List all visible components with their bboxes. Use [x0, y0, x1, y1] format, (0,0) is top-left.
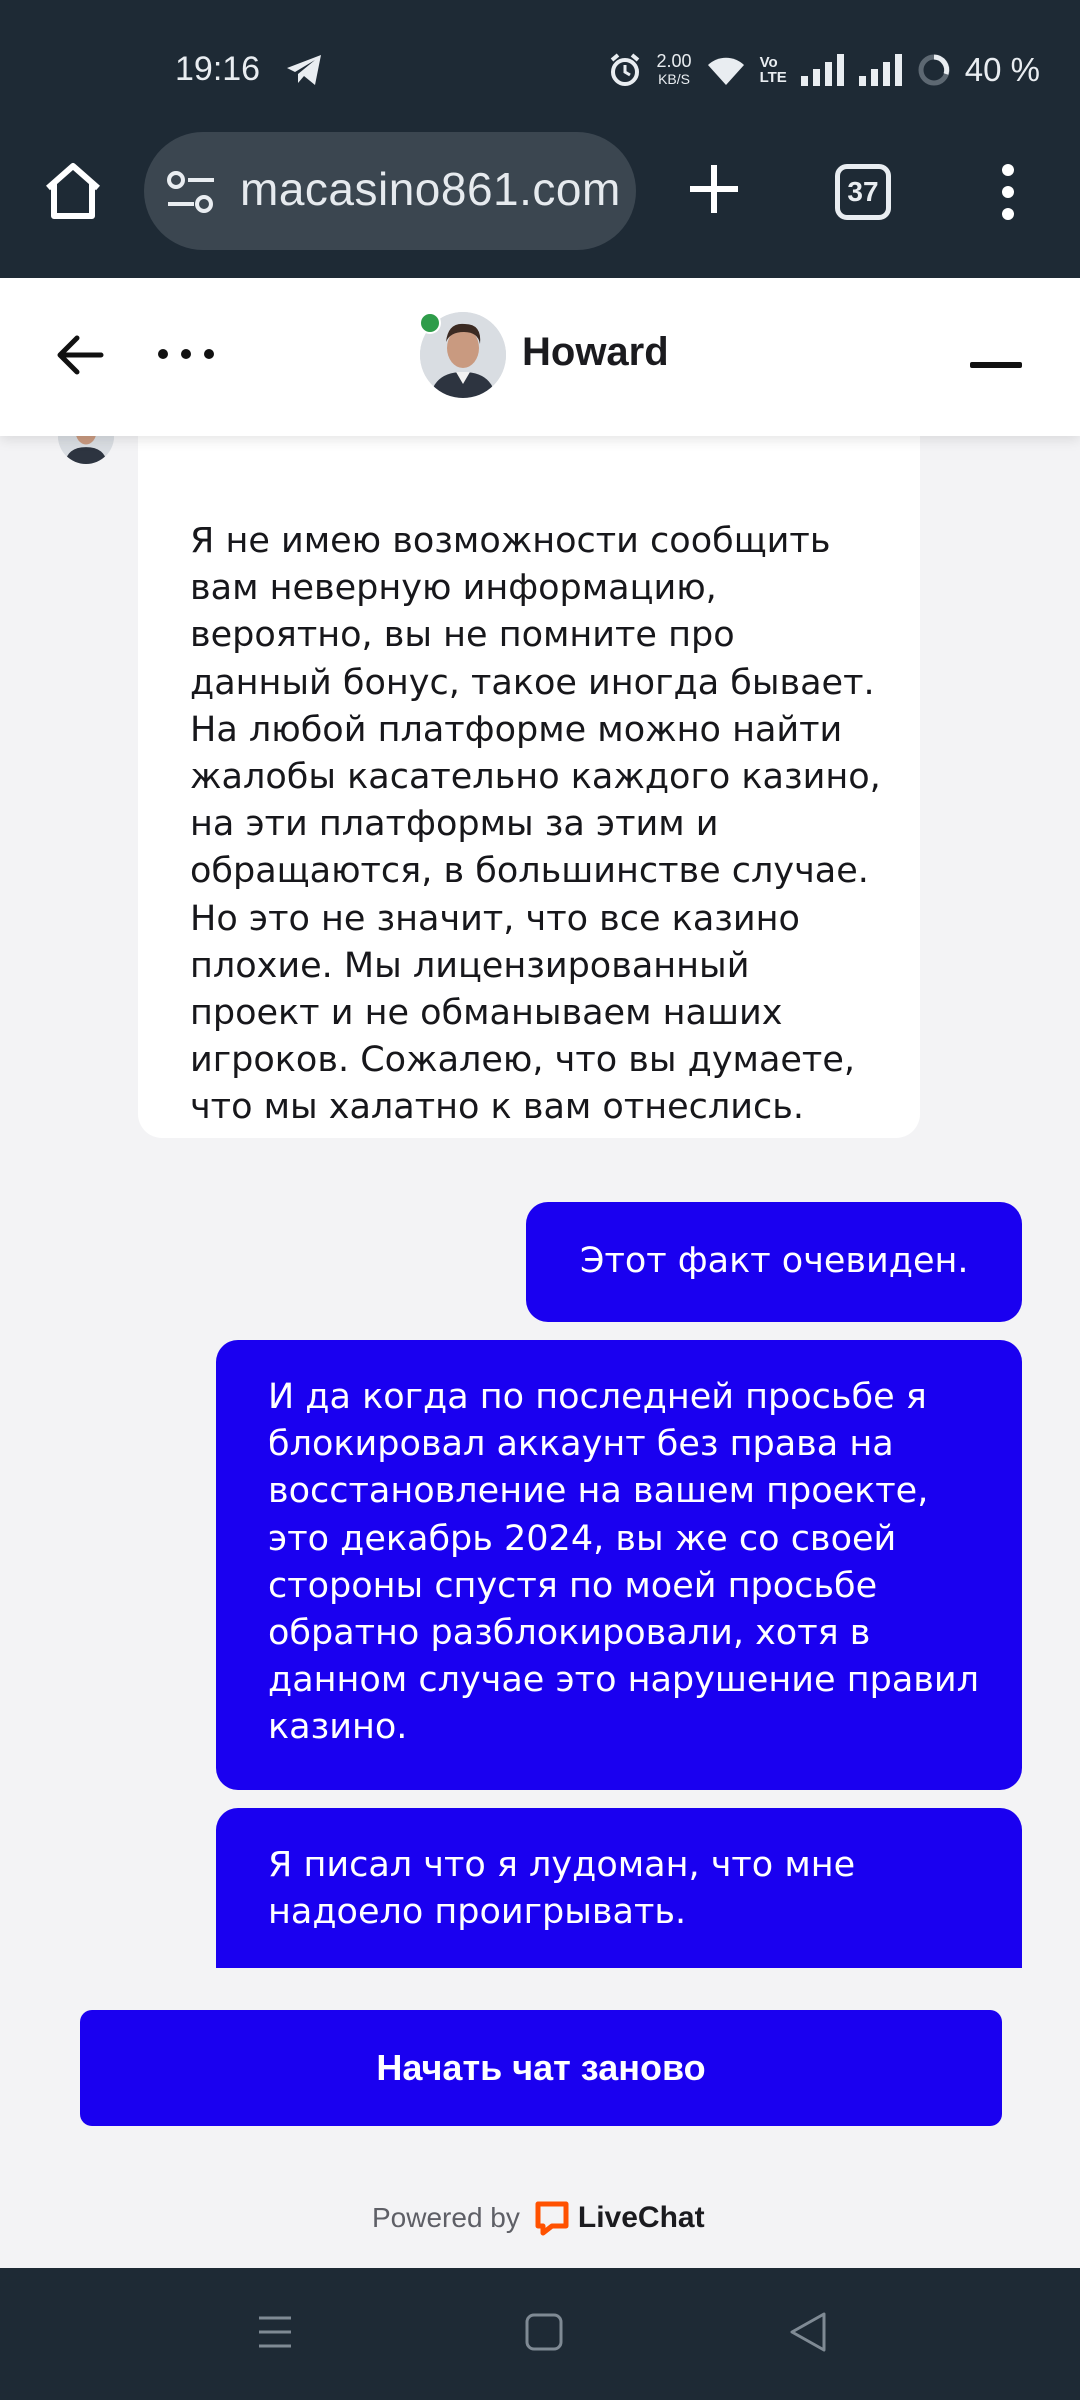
- user-message: Этот факт очевиден.: [526, 1202, 1022, 1322]
- nav-back-icon[interactable]: [788, 2310, 828, 2354]
- arrow-left-icon[interactable]: [55, 330, 105, 380]
- battery-level: 40 %: [964, 51, 1040, 88]
- plus-icon[interactable]: [685, 160, 743, 218]
- more-vert-icon[interactable]: [990, 160, 1026, 224]
- user-message: И да когда по последней просьбе я блокир…: [216, 1340, 1022, 1790]
- minimize-icon[interactable]: [970, 362, 1022, 368]
- site-settings-icon[interactable]: [166, 170, 216, 214]
- url-bar[interactable]: macasino861.com: [144, 132, 636, 250]
- online-status-dot: [419, 312, 441, 334]
- browser-toolbar: macasino861.com 37: [0, 130, 1080, 278]
- volte-badge: Vo LTE: [760, 55, 787, 85]
- recent-apps-icon[interactable]: [255, 2312, 295, 2352]
- restart-chat-button[interactable]: Начать чат заново: [80, 2010, 1002, 2126]
- more-horiz-icon[interactable]: [155, 342, 217, 366]
- chat-window: Howard Я не имею возможности сообщить ва…: [0, 278, 1080, 2268]
- chat-header: Howard: [0, 278, 1080, 436]
- volte-text: Vo: [759, 54, 778, 71]
- home-icon[interactable]: [40, 158, 106, 224]
- nav-home-icon[interactable]: [524, 2312, 564, 2352]
- net-speed-value: 2.00: [656, 51, 692, 71]
- wifi-icon: [707, 57, 744, 85]
- tab-switcher-button[interactable]: 37: [835, 164, 891, 220]
- status-icons: 2.00 KB/S Vo LTE 40 %: [607, 46, 1040, 94]
- livechat-icon: [535, 2201, 569, 2236]
- telegram-icon: [287, 55, 321, 85]
- alarm-icon: [610, 53, 639, 86]
- net-speed: 2.00 KB/S: [657, 52, 692, 88]
- agent-name: Howard: [522, 330, 669, 374]
- signal-icon-2: [858, 54, 902, 86]
- net-speed-unit: KB/S: [658, 71, 690, 87]
- battery-icon: [918, 54, 950, 86]
- volte-sub: LTE: [759, 69, 787, 86]
- agent-message: Я не имею возможности сообщить вам невер…: [138, 378, 920, 1138]
- url-text[interactable]: macasino861.com: [240, 162, 621, 216]
- powered-by-footer[interactable]: Powered by LiveChat: [372, 2198, 705, 2238]
- livechat-brand: LiveChat: [577, 2201, 705, 2234]
- powered-by-label: Powered by: [372, 2202, 520, 2233]
- signal-icon: [800, 54, 844, 86]
- status-bar: 19:16 2.00 KB/S Vo LTE 40 %: [0, 0, 1080, 130]
- status-time: 19:16: [175, 50, 261, 88]
- system-nav-bar: [0, 2268, 1080, 2400]
